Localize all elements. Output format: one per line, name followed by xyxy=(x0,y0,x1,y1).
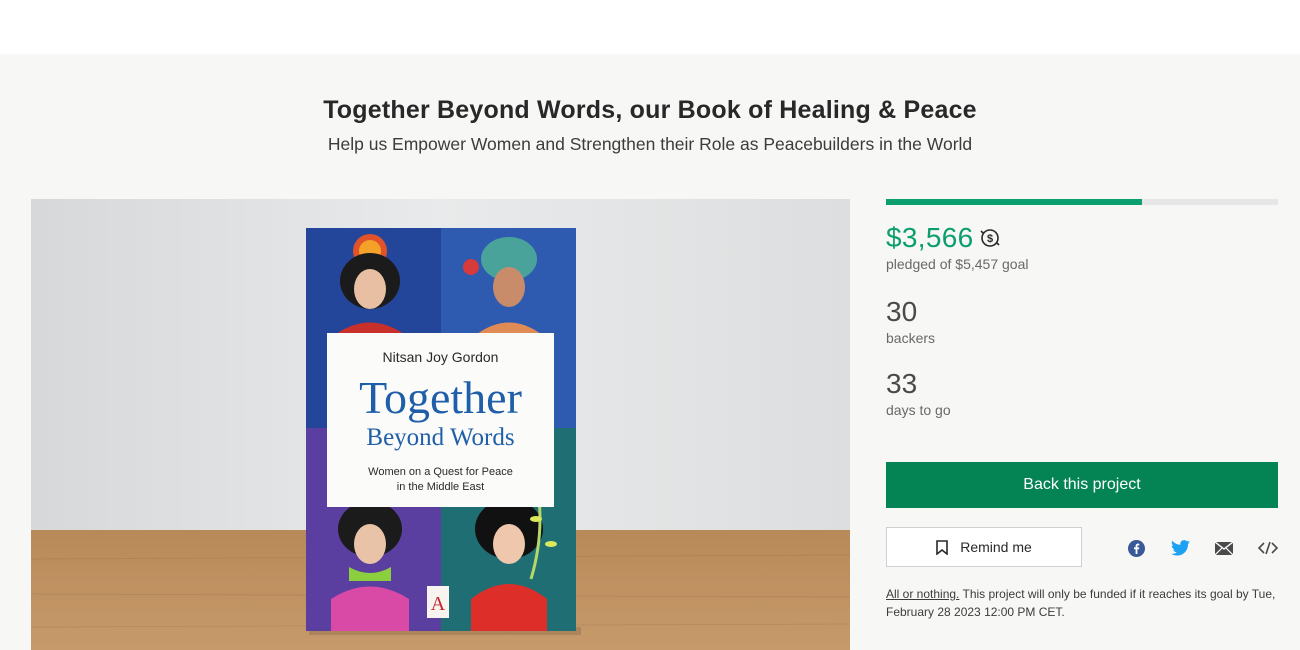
funding-progress-fill xyxy=(886,199,1142,205)
backers-count: 30 xyxy=(886,296,918,327)
cover-tagline-line2: in the Middle East xyxy=(397,481,484,493)
project-title: Together Beyond Words, our Book of Heali… xyxy=(323,96,977,124)
remind-me-button[interactable]: Remind me xyxy=(886,527,1082,567)
project-hero: Together Beyond Words, our Book of Heali… xyxy=(0,54,1300,650)
all-or-nothing-link[interactable]: All or nothing. xyxy=(886,587,959,601)
facebook-icon[interactable] xyxy=(1125,537,1147,559)
top-navigation-bar xyxy=(0,0,1300,54)
back-this-project-button[interactable]: Back this project xyxy=(886,462,1278,508)
all-or-nothing-note: All or nothing. This project will only b… xyxy=(886,585,1278,621)
backers-caption: backers xyxy=(886,330,936,346)
email-icon[interactable] xyxy=(1213,537,1235,559)
cover-author: Nitsan Joy Gordon xyxy=(383,349,499,365)
cover-title-line2: Beyond Words xyxy=(366,424,514,451)
project-video[interactable]: A Nitsan Joy Gordon Together Beyond Word… xyxy=(31,199,850,650)
publisher-logo: A xyxy=(431,593,446,615)
project-image: A Nitsan Joy Gordon Together Beyond Word… xyxy=(31,199,850,650)
cover-title-line1: Together xyxy=(359,372,522,423)
bookmark-icon xyxy=(936,539,949,555)
project-subtitle: Help us Empower Women and Strengthen the… xyxy=(327,134,973,154)
currency-conversion-icon[interactable]: $ xyxy=(980,228,1001,248)
twitter-icon[interactable] xyxy=(1169,537,1191,559)
embed-icon[interactable] xyxy=(1257,537,1279,559)
funding-progress-bar xyxy=(886,199,1278,205)
days-to-go-caption: days to go xyxy=(886,402,951,418)
cover-tagline-line1: Women on a Quest for Peace xyxy=(368,466,513,478)
pledged-amount: $3,566 xyxy=(886,222,974,253)
remind-me-label: Remind me xyxy=(960,539,1032,555)
funding-sidebar: $3,566 $ pledged of $5,457 goal 30 backe… xyxy=(886,199,1278,619)
svg-text:$: $ xyxy=(987,233,993,245)
pledged-caption: pledged of $5,457 goal xyxy=(886,256,1029,272)
days-to-go-count: 33 xyxy=(886,368,918,399)
